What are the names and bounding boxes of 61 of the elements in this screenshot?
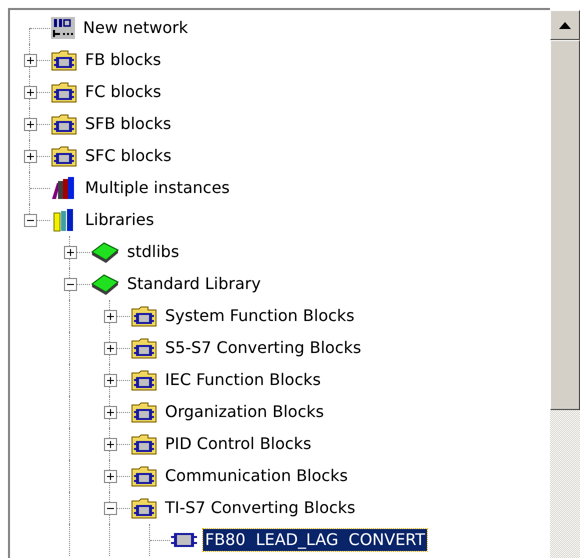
expand-button[interactable] xyxy=(104,438,116,450)
block-icon xyxy=(170,530,198,550)
tree-item[interactable]: FB blocks xyxy=(83,49,164,71)
tree-item[interactable]: TI-S7 Converting Blocks xyxy=(163,497,358,519)
tree-item[interactable]: SFC blocks xyxy=(83,145,174,167)
tree-item[interactable]: stdlibs xyxy=(125,241,182,263)
folder-icon xyxy=(130,336,158,360)
plus-icon xyxy=(26,152,34,160)
plus-icon xyxy=(26,120,34,128)
plus-icon xyxy=(106,440,114,448)
tree-item[interactable]: System Function Blocks xyxy=(163,305,356,327)
folder-icon xyxy=(50,144,78,168)
folder-icon xyxy=(50,112,78,136)
scroll-up-button[interactable] xyxy=(550,10,580,40)
plus-icon xyxy=(26,56,34,64)
folder-icon xyxy=(50,48,78,72)
plus-icon xyxy=(106,312,114,320)
plus-icon xyxy=(106,376,114,384)
tree-item[interactable]: S5-S7 Converting Blocks xyxy=(163,337,364,359)
tree-item[interactable]: SFB blocks xyxy=(83,113,174,135)
vertical-scrollbar[interactable] xyxy=(550,10,580,558)
plus-icon xyxy=(66,248,74,256)
book-icon xyxy=(90,240,120,264)
folder-icon xyxy=(130,432,158,456)
expand-button[interactable] xyxy=(104,342,116,354)
expand-button[interactable] xyxy=(24,118,36,130)
scrollbar-thumb[interactable] xyxy=(550,40,580,410)
expand-button[interactable] xyxy=(24,86,36,98)
folder-icon xyxy=(130,496,158,520)
folder-icon xyxy=(130,304,158,328)
expand-button[interactable] xyxy=(24,54,36,66)
expand-button[interactable] xyxy=(64,246,76,258)
folder-icon xyxy=(50,80,78,104)
book-icon xyxy=(90,272,120,296)
tree-item[interactable]: Multiple instances xyxy=(83,177,232,199)
plus-icon xyxy=(106,344,114,352)
tree-item[interactable]: New network xyxy=(81,17,190,39)
folder-icon xyxy=(130,464,158,488)
tree-item[interactable]: Communication Blocks xyxy=(163,465,350,487)
expand-button[interactable] xyxy=(104,310,116,322)
tree-item[interactable]: Organization Blocks xyxy=(163,401,326,423)
tree-item[interactable]: Standard Library xyxy=(125,273,263,295)
plus-icon xyxy=(106,472,114,480)
collapse-button[interactable] xyxy=(24,214,36,226)
tree-item[interactable]: Libraries xyxy=(83,209,156,231)
expand-button[interactable] xyxy=(104,406,116,418)
plus-icon xyxy=(106,408,114,416)
network-icon xyxy=(50,16,76,40)
folder-icon xyxy=(130,400,158,424)
tree-item[interactable]: IEC Function Blocks xyxy=(163,369,323,391)
tree-item[interactable]: PID Control Blocks xyxy=(163,433,314,455)
plus-icon xyxy=(26,88,34,96)
collapse-button[interactable] xyxy=(64,278,76,290)
expand-button[interactable] xyxy=(104,374,116,386)
folder-icon xyxy=(130,368,158,392)
tree-item[interactable]: FC blocks xyxy=(83,81,164,103)
up-arrow-icon xyxy=(559,22,571,28)
expand-button[interactable] xyxy=(104,470,116,482)
tree-item[interactable]: FB80 LEAD_LAG CONVERT xyxy=(203,529,428,551)
expand-button[interactable] xyxy=(24,150,36,162)
collapse-button[interactable] xyxy=(104,502,116,514)
